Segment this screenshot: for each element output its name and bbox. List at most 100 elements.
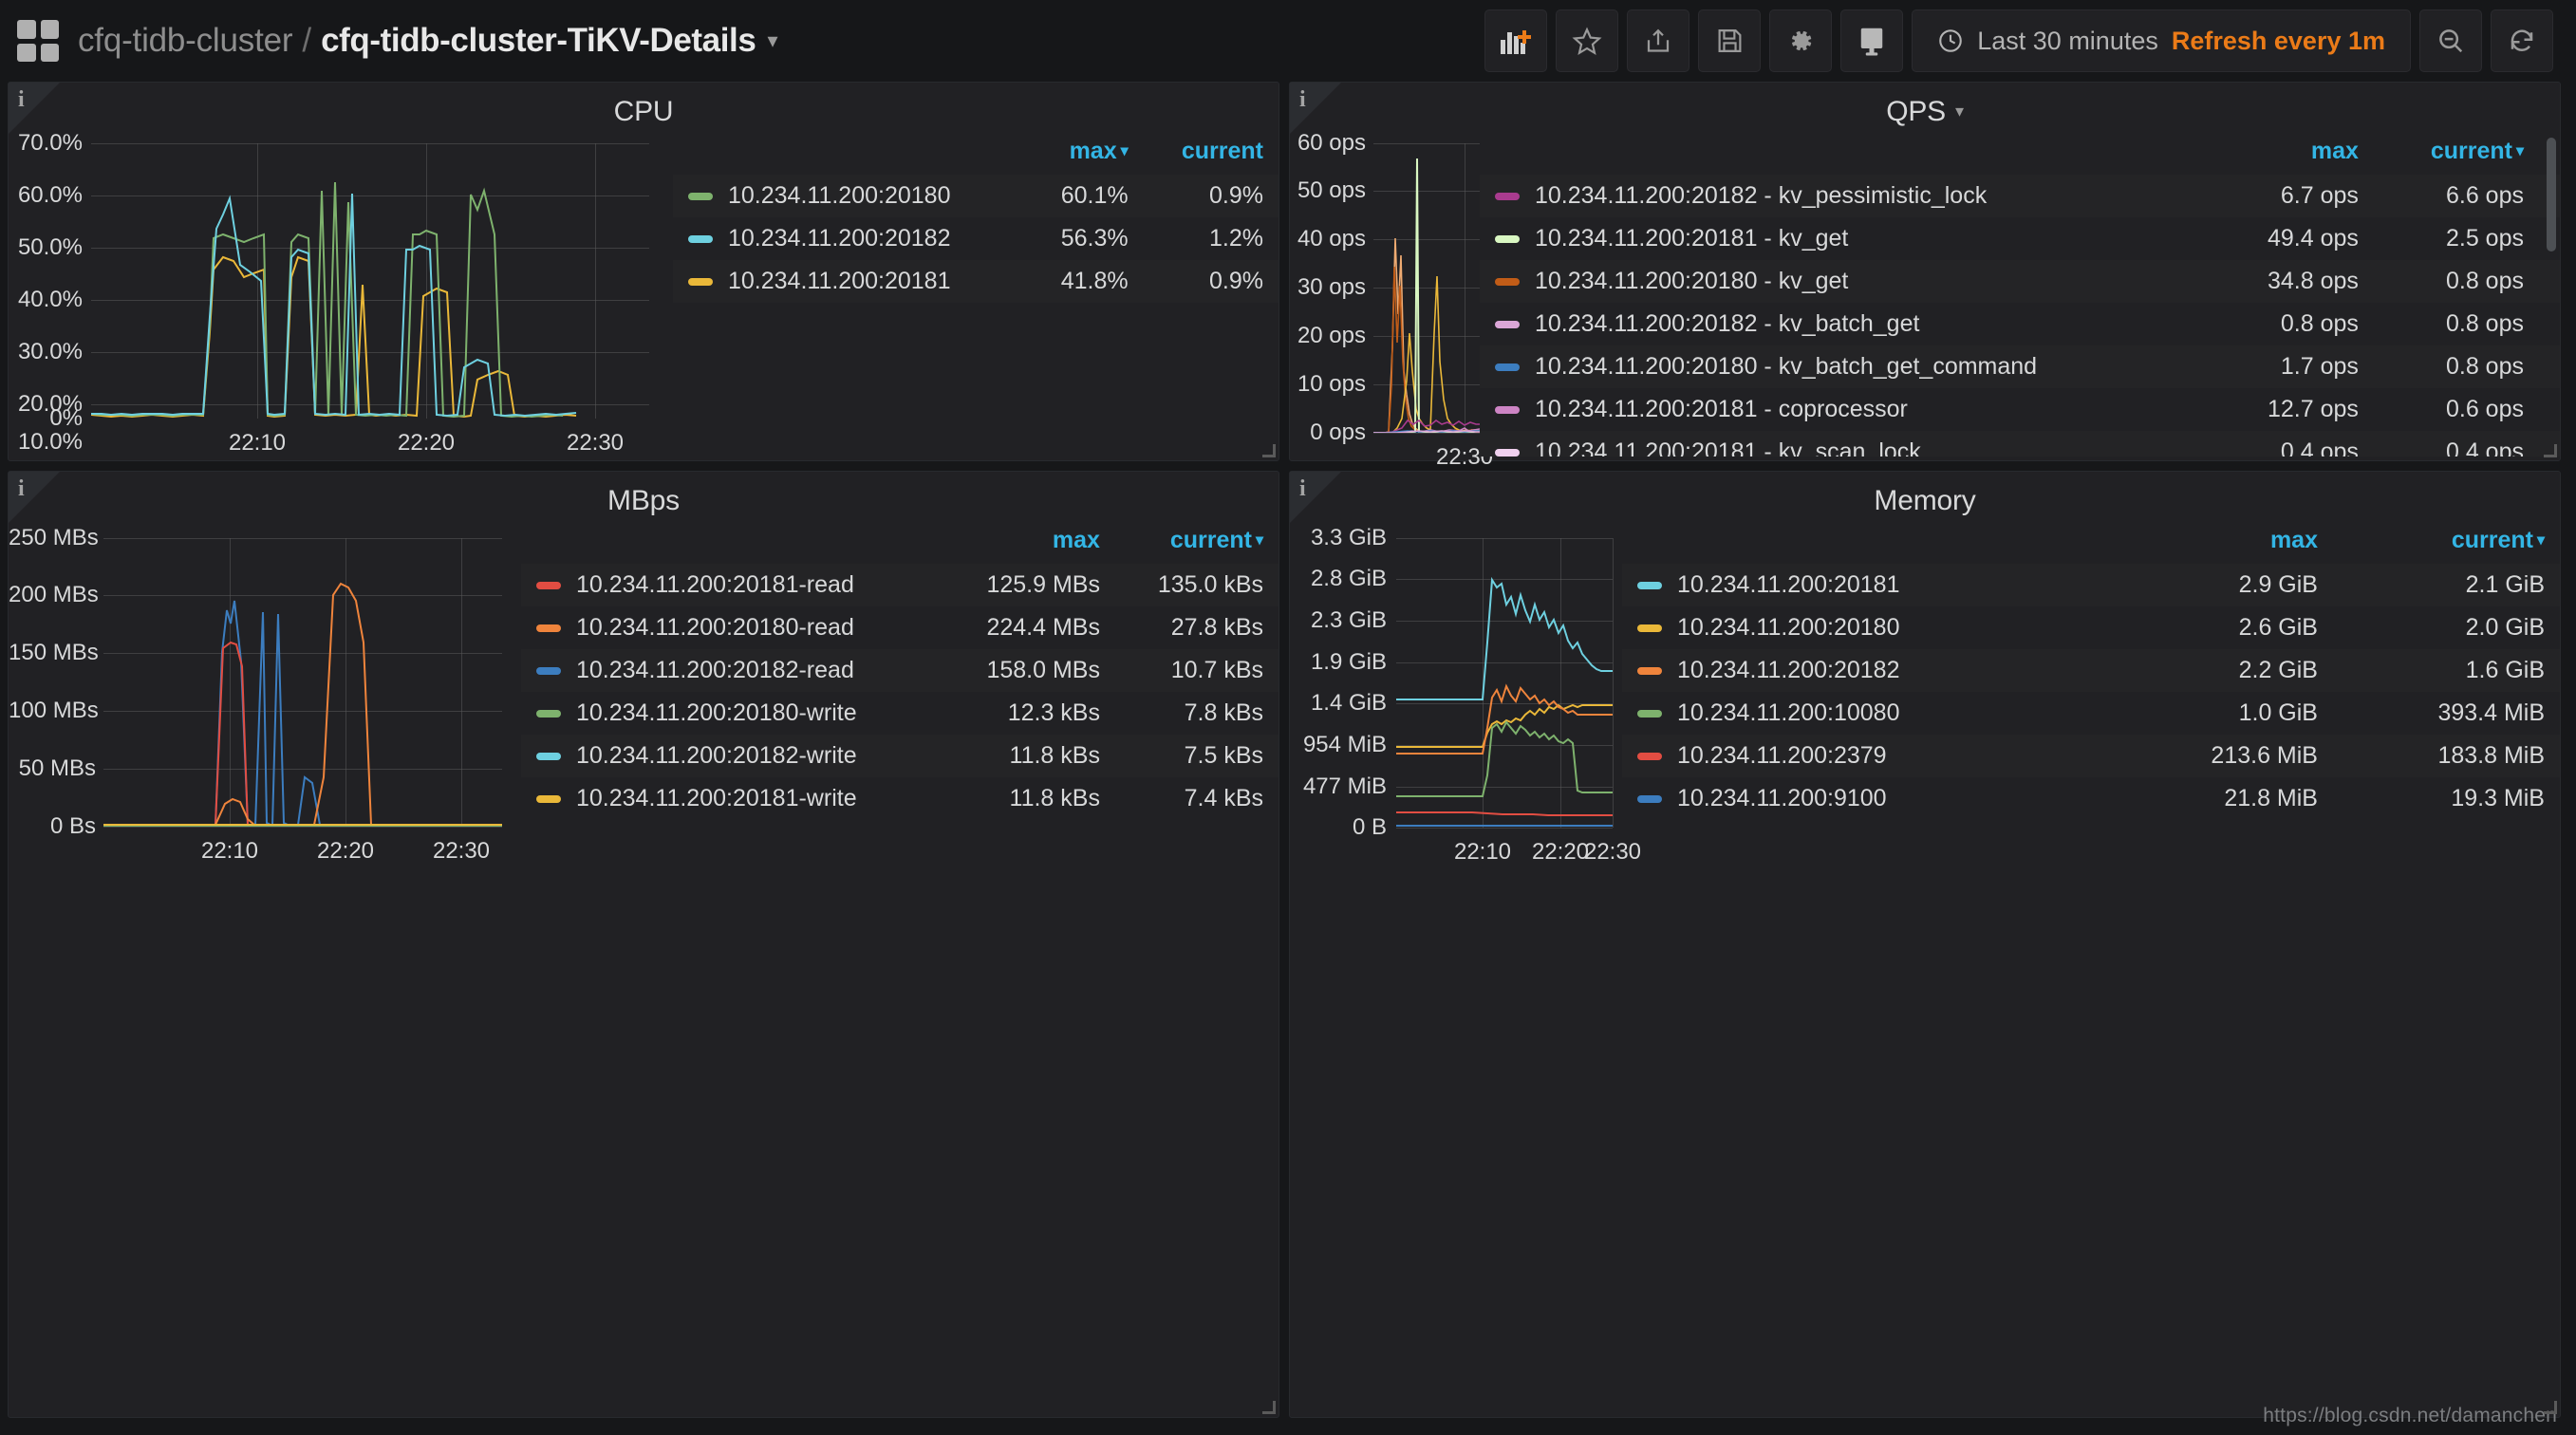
legend-series-label: 10.234.11.200:2379 bbox=[1677, 742, 1887, 769]
clock-icon bbox=[1939, 29, 1963, 52]
legend-series-label: 10.234.11.200:9100 bbox=[1677, 785, 1887, 811]
graph-mbps[interactable]: 250 MBs 200 MBs 150 MBs 100 MBs 50 MBs 0… bbox=[9, 517, 521, 1413]
legend-header-current[interactable]: current ▾ bbox=[2374, 134, 2560, 175]
info-icon[interactable]: i bbox=[1299, 87, 1306, 113]
legend-series-cell[interactable]: 10.234.11.200:20182 bbox=[673, 217, 1026, 260]
legend-series-cell[interactable]: 10.234.11.200:20180 - kv_get bbox=[1480, 260, 2217, 303]
legend-row[interactable]: 10.234.11.200:20182 56.3% 1.2% bbox=[673, 217, 1279, 260]
refresh-button[interactable] bbox=[2491, 9, 2553, 72]
panel-resize-handle[interactable] bbox=[1262, 444, 1276, 457]
legend-row[interactable]: 10.234.11.200:20180-write 12.3 kBs 7.8 kBs bbox=[521, 692, 1279, 735]
legend-row[interactable]: 10.234.11.200:20182 - kv_pessimistic_loc… bbox=[1480, 175, 2560, 217]
legend-row[interactable]: 10.234.11.200:20181-write 11.8 kBs 7.4 kBs bbox=[521, 777, 1279, 820]
info-icon[interactable]: i bbox=[18, 87, 25, 113]
panel-title-qps[interactable]: QPS ▾ bbox=[1290, 83, 2560, 128]
legend-header-max[interactable]: max ▾ bbox=[1026, 134, 1144, 175]
plot-area-mbps bbox=[103, 538, 502, 827]
legend-series-cell[interactable]: 10.234.11.200:20181 - kv_get bbox=[1480, 217, 2217, 260]
legend-series-label: 10.234.11.200:20180 - kv_batch_get_comma… bbox=[1535, 353, 2038, 380]
chevron-down-icon[interactable]: ▾ bbox=[1955, 102, 1964, 121]
legend-header-max[interactable]: max bbox=[2106, 523, 2333, 564]
legend-row[interactable]: 10.234.11.200:20180 - kv_get 34.8 ops 0.8 … bbox=[1480, 260, 2560, 303]
legend-series-cell[interactable]: 10.234.11.200:20181 bbox=[1622, 564, 2106, 606]
legend-series-cell[interactable]: 10.234.11.200:20182-write bbox=[521, 735, 943, 777]
legend-header-max[interactable]: max bbox=[2217, 134, 2374, 175]
legend-row[interactable]: 10.234.11.200:2379 213.6 MiB 183.8 MiB bbox=[1622, 735, 2560, 777]
top-navbar: cfq-tidb-cluster / cfq-tidb-cluster-TiKV… bbox=[0, 0, 2576, 82]
breadcrumb-dashboard[interactable]: cfq-tidb-cluster-TiKV-Details bbox=[321, 22, 756, 60]
legend-series-cell[interactable]: 10.234.11.200:20180-read bbox=[521, 606, 943, 649]
panel-title-cpu[interactable]: CPU bbox=[9, 83, 1279, 128]
panel-title-memory[interactable]: Memory bbox=[1290, 472, 2560, 517]
tv-mode-button[interactable] bbox=[1840, 9, 1904, 72]
legend-header-current[interactable]: current bbox=[1144, 134, 1279, 175]
legend-series-cell[interactable]: 10.234.11.200:20180-write bbox=[521, 692, 943, 735]
info-icon[interactable]: i bbox=[1299, 476, 1306, 502]
legend-series-cell[interactable]: 10.234.11.200:20181-read bbox=[521, 564, 943, 606]
legend-row[interactable]: 10.234.11.200:20181 - kv_scan_lock 0.4 op… bbox=[1480, 431, 2560, 457]
legend-series-cell[interactable]: 10.234.11.200:10080 bbox=[1622, 692, 2106, 735]
save-button[interactable] bbox=[1698, 9, 1762, 72]
panel-corner-decor bbox=[1290, 472, 1341, 523]
breadcrumb-folder[interactable]: cfq-tidb-cluster bbox=[78, 22, 293, 60]
add-panel-button[interactable] bbox=[1484, 9, 1548, 72]
panel-resize-handle[interactable] bbox=[1262, 1401, 1276, 1414]
legend-series-cell[interactable]: 10.234.11.200:20182-read bbox=[521, 649, 943, 692]
legend-row[interactable]: 10.234.11.200:20182-write 11.8 kBs 7.5 kBs bbox=[521, 735, 1279, 777]
legend-series-cell[interactable]: 10.234.11.200:20180 bbox=[673, 175, 1026, 217]
legend-current-value: 0.4 ops bbox=[2445, 438, 2524, 457]
legend-series-cell[interactable]: 10.234.11.200:20180 bbox=[1622, 606, 2106, 649]
panel-resize-handle[interactable] bbox=[2544, 1401, 2557, 1414]
legend-row[interactable]: 10.234.11.200:20180 - kv_batch_get_comma… bbox=[1480, 345, 2560, 388]
legend-row[interactable]: 10.234.11.200:10080 1.0 GiB 393.4 MiB bbox=[1622, 692, 2560, 735]
star-button[interactable] bbox=[1556, 9, 1619, 72]
legend-header-max[interactable]: max bbox=[943, 523, 1115, 564]
legend-series-cell[interactable]: 10.234.11.200:20181 bbox=[673, 260, 1026, 303]
legend-row[interactable]: 10.234.11.200:20180-read 224.4 MBs 27.8 kB… bbox=[521, 606, 1279, 649]
legend-header-current[interactable]: current ▾ bbox=[2333, 523, 2560, 564]
legend-qps[interactable]: max current ▾ 10.234.11.200:20182 - kv_pe… bbox=[1480, 128, 2560, 457]
legend-header-current[interactable]: current ▾ bbox=[1115, 523, 1279, 564]
graph-cpu[interactable]: 70.0% 60.0% 50.0% 40.0% 30.0% 20.0% 10.0… bbox=[9, 128, 673, 457]
dashboard-grid-icon[interactable] bbox=[17, 20, 59, 62]
x-tick: 22:30 bbox=[566, 430, 625, 456]
panel-resize-handle[interactable] bbox=[2544, 444, 2557, 457]
watermark-text: https://blog.csdn.net/damanchen bbox=[2263, 1405, 2557, 1426]
legend-row[interactable]: 10.234.11.200:9100 21.8 MiB 19.3 MiB bbox=[1622, 777, 2560, 820]
settings-button[interactable] bbox=[1769, 9, 1833, 72]
legend-row[interactable]: 10.234.11.200:20181 41.8% 0.9% bbox=[673, 260, 1279, 303]
graph-memory[interactable]: 3.3 GiB 2.8 GiB 2.3 GiB 1.9 GiB 1.4 GiB … bbox=[1290, 517, 1641, 1413]
legend-series-cell[interactable]: 10.234.11.200:20181-write bbox=[521, 777, 943, 820]
zoom-out-button[interactable] bbox=[2419, 9, 2482, 72]
legend-current-value: 2.5 ops bbox=[2445, 225, 2524, 252]
legend-series-cell[interactable]: 10.234.11.200:20182 bbox=[1622, 649, 2106, 692]
legend-series-cell[interactable]: 10.234.11.200:2379 bbox=[1622, 735, 2106, 777]
time-range-picker[interactable]: Last 30 minutes Refresh every 1m bbox=[1912, 9, 2411, 72]
legend-color-swatch bbox=[1637, 709, 1662, 718]
legend-header-row: max current ▾ bbox=[521, 523, 1279, 564]
info-icon[interactable]: i bbox=[18, 476, 25, 502]
legend-row[interactable]: 10.234.11.200:20180 2.6 GiB 2.0 GiB bbox=[1622, 606, 2560, 649]
legend-row[interactable]: 10.234.11.200:20181-read 125.9 MBs 135.0 k… bbox=[521, 564, 1279, 606]
chevron-down-icon[interactable]: ▾ bbox=[767, 28, 777, 53]
legend-current-value: 7.4 kBs bbox=[1184, 785, 1263, 811]
legend-series-cell[interactable]: 10.234.11.200:20181 - coprocessor bbox=[1480, 388, 2217, 431]
panel-title-mbps[interactable]: MBps bbox=[9, 472, 1279, 517]
legend-series-cell[interactable]: 10.234.11.200:9100 bbox=[1622, 777, 2106, 820]
plot-area-memory bbox=[1396, 538, 1613, 828]
legend-series-cell[interactable]: 10.234.11.200:20182 - kv_pessimistic_loc… bbox=[1480, 175, 2217, 217]
legend-row[interactable]: 10.234.11.200:20182 2.2 GiB 1.6 GiB bbox=[1622, 649, 2560, 692]
legend-row[interactable]: 10.234.11.200:20181 - coprocessor 12.7 op… bbox=[1480, 388, 2560, 431]
legend-scrollbar[interactable] bbox=[2547, 138, 2556, 252]
legend-row[interactable]: 10.234.11.200:20180 60.1% 0.9% bbox=[673, 175, 1279, 217]
legend-series-cell[interactable]: 10.234.11.200:20182 - kv_batch_get bbox=[1480, 303, 2217, 345]
legend-row[interactable]: 10.234.11.200:20182 - kv_batch_get 0.8 op… bbox=[1480, 303, 2560, 345]
graph-qps[interactable]: 60 ops 50 ops 40 ops 30 ops 20 ops 10 op… bbox=[1290, 128, 1493, 470]
share-button[interactable] bbox=[1627, 9, 1690, 72]
panel-corner-decor bbox=[9, 83, 60, 134]
legend-row[interactable]: 10.234.11.200:20181 - kv_get 49.4 ops 2.5 … bbox=[1480, 217, 2560, 260]
legend-row[interactable]: 10.234.11.200:20181 2.9 GiB 2.1 GiB bbox=[1622, 564, 2560, 606]
legend-row[interactable]: 10.234.11.200:20182-read 158.0 MBs 10.7 kB… bbox=[521, 649, 1279, 692]
legend-series-cell[interactable]: 10.234.11.200:20180 - kv_batch_get_comma… bbox=[1480, 345, 2217, 388]
legend-series-cell[interactable]: 10.234.11.200:20181 - kv_scan_lock bbox=[1480, 431, 2217, 457]
